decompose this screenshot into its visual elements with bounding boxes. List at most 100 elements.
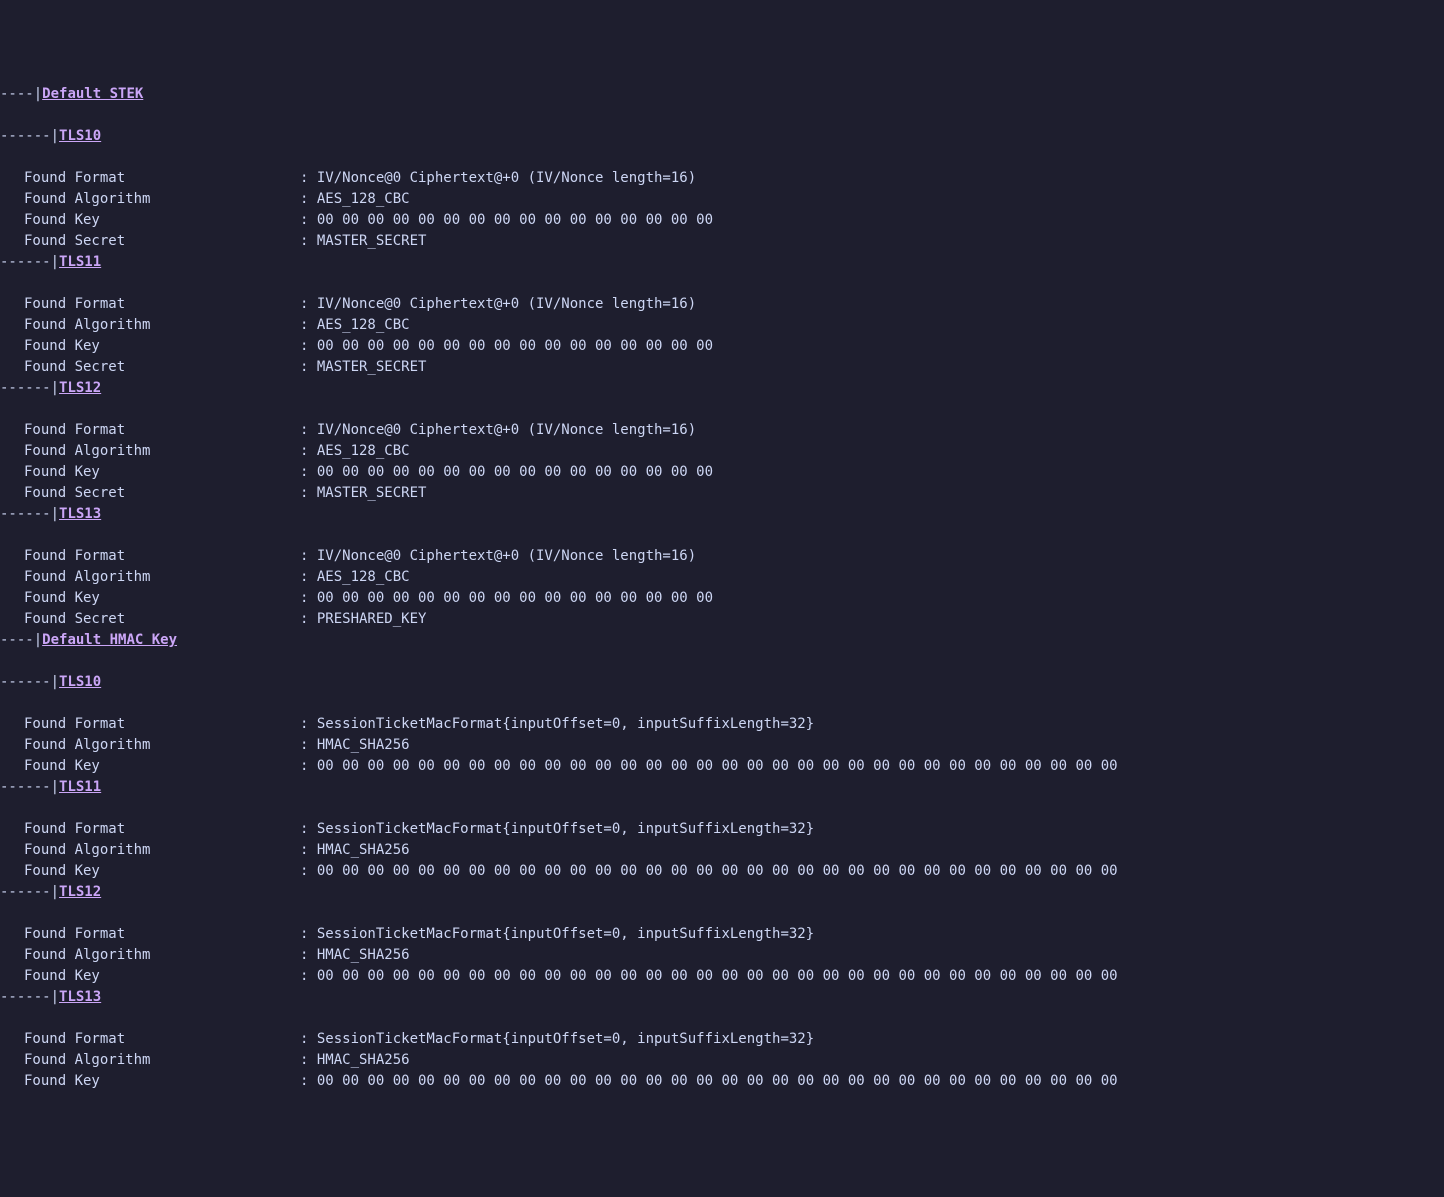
- kv-value: 00 00 00 00 00 00 00 00 00 00 00 00 00 0…: [317, 590, 713, 606]
- kv-separator: :: [300, 233, 317, 249]
- subheading-prefix: ------|: [0, 989, 59, 1005]
- subsection-heading-link[interactable]: TLS10: [59, 128, 101, 144]
- subheading-prefix: ------|: [0, 674, 59, 690]
- section-heading-link[interactable]: Default STEK: [42, 86, 143, 102]
- kv-row: Found Algorithm: HMAC_SHA256: [0, 1050, 1444, 1071]
- section-heading-link[interactable]: Default HMAC Key: [42, 632, 177, 648]
- blank-line: [0, 1008, 1444, 1029]
- kv-label: Found Secret: [0, 357, 300, 378]
- kv-value: PRESHARED_KEY: [317, 611, 427, 627]
- kv-value: AES_128_CBC: [317, 317, 410, 333]
- kv-row: Found Key: 00 00 00 00 00 00 00 00 00 00…: [0, 861, 1444, 882]
- kv-row: Found Key: 00 00 00 00 00 00 00 00 00 00…: [0, 462, 1444, 483]
- kv-separator: :: [300, 590, 317, 606]
- kv-label: Found Format: [0, 168, 300, 189]
- blank-line: [0, 147, 1444, 168]
- kv-separator: :: [300, 758, 317, 774]
- kv-separator: :: [300, 716, 317, 732]
- kv-row: Found Algorithm: AES_128_CBC: [0, 567, 1444, 588]
- kv-label: Found Key: [0, 756, 300, 777]
- subsection-heading-link[interactable]: TLS12: [59, 380, 101, 396]
- kv-value: IV/Nonce@0 Ciphertext@+0 (IV/Nonce lengt…: [317, 296, 696, 312]
- subheading-prefix: ------|: [0, 128, 59, 144]
- kv-value: IV/Nonce@0 Ciphertext@+0 (IV/Nonce lengt…: [317, 170, 696, 186]
- kv-separator: :: [300, 338, 317, 354]
- kv-label: Found Key: [0, 966, 300, 987]
- kv-row: Found Key: 00 00 00 00 00 00 00 00 00 00…: [0, 210, 1444, 231]
- kv-label: Found Format: [0, 819, 300, 840]
- kv-value: IV/Nonce@0 Ciphertext@+0 (IV/Nonce lengt…: [317, 422, 696, 438]
- kv-value: MASTER_SECRET: [317, 233, 427, 249]
- kv-label: Found Key: [0, 1071, 300, 1092]
- kv-separator: :: [300, 947, 317, 963]
- terminal-line: ------|TLS13: [0, 987, 1444, 1008]
- kv-row: Found Format: IV/Nonce@0 Ciphertext@+0 (…: [0, 546, 1444, 567]
- kv-row: Found Secret: PRESHARED_KEY: [0, 609, 1444, 630]
- kv-label: Found Key: [0, 336, 300, 357]
- terminal-line: ----|Default STEK: [0, 84, 1444, 105]
- subsection-heading-link[interactable]: TLS10: [59, 674, 101, 690]
- terminal-line: ------|TLS12: [0, 882, 1444, 903]
- subsection-heading-link[interactable]: TLS12: [59, 884, 101, 900]
- kv-value: 00 00 00 00 00 00 00 00 00 00 00 00 00 0…: [317, 863, 1118, 879]
- kv-row: Found Format: SessionTicketMacFormat{inp…: [0, 819, 1444, 840]
- kv-label: Found Format: [0, 294, 300, 315]
- kv-separator: :: [300, 611, 317, 627]
- heading-prefix: ----|: [0, 86, 42, 102]
- kv-separator: :: [300, 968, 317, 984]
- kv-label: Found Algorithm: [0, 315, 300, 336]
- subsection-heading-link[interactable]: TLS11: [59, 254, 101, 270]
- kv-row: Found Algorithm: HMAC_SHA256: [0, 840, 1444, 861]
- kv-value: 00 00 00 00 00 00 00 00 00 00 00 00 00 0…: [317, 212, 713, 228]
- subsection-heading-link[interactable]: TLS11: [59, 779, 101, 795]
- kv-row: Found Format: IV/Nonce@0 Ciphertext@+0 (…: [0, 420, 1444, 441]
- kv-label: Found Algorithm: [0, 567, 300, 588]
- blank-line: [0, 525, 1444, 546]
- kv-label: Found Format: [0, 420, 300, 441]
- kv-row: Found Secret: MASTER_SECRET: [0, 357, 1444, 378]
- heading-prefix: ----|: [0, 632, 42, 648]
- kv-separator: :: [300, 212, 317, 228]
- kv-label: Found Format: [0, 546, 300, 567]
- kv-row: Found Secret: MASTER_SECRET: [0, 483, 1444, 504]
- subsection-heading-link[interactable]: TLS13: [59, 506, 101, 522]
- blank-line: [0, 798, 1444, 819]
- blank-line: [0, 105, 1444, 126]
- kv-value: HMAC_SHA256: [317, 737, 410, 753]
- subsection-heading-link[interactable]: TLS13: [59, 989, 101, 1005]
- kv-row: Found Format: IV/Nonce@0 Ciphertext@+0 (…: [0, 294, 1444, 315]
- kv-separator: :: [300, 1073, 317, 1089]
- kv-separator: :: [300, 359, 317, 375]
- kv-label: Found Key: [0, 861, 300, 882]
- kv-value: IV/Nonce@0 Ciphertext@+0 (IV/Nonce lengt…: [317, 548, 696, 564]
- subheading-prefix: ------|: [0, 380, 59, 396]
- kv-separator: :: [300, 548, 317, 564]
- kv-separator: :: [300, 485, 317, 501]
- kv-label: Found Secret: [0, 231, 300, 252]
- kv-value: HMAC_SHA256: [317, 842, 410, 858]
- kv-row: Found Format: SessionTicketMacFormat{inp…: [0, 714, 1444, 735]
- kv-separator: :: [300, 317, 317, 333]
- kv-label: Found Format: [0, 714, 300, 735]
- kv-label: Found Key: [0, 210, 300, 231]
- terminal-line: ------|TLS13: [0, 504, 1444, 525]
- kv-separator: :: [300, 863, 317, 879]
- kv-separator: :: [300, 737, 317, 753]
- kv-value: 00 00 00 00 00 00 00 00 00 00 00 00 00 0…: [317, 1073, 1118, 1089]
- kv-row: Found Algorithm: HMAC_SHA256: [0, 945, 1444, 966]
- kv-row: Found Key: 00 00 00 00 00 00 00 00 00 00…: [0, 588, 1444, 609]
- kv-value: HMAC_SHA256: [317, 947, 410, 963]
- terminal-line: ------|TLS12: [0, 378, 1444, 399]
- terminal-output: ----|Default STEK ------|TLS10 Found For…: [0, 84, 1444, 1092]
- kv-row: Found Algorithm: AES_128_CBC: [0, 315, 1444, 336]
- kv-label: Found Format: [0, 924, 300, 945]
- kv-value: HMAC_SHA256: [317, 1052, 410, 1068]
- terminal-line: ------|TLS10: [0, 126, 1444, 147]
- kv-value: 00 00 00 00 00 00 00 00 00 00 00 00 00 0…: [317, 464, 713, 480]
- subheading-prefix: ------|: [0, 254, 59, 270]
- kv-value: 00 00 00 00 00 00 00 00 00 00 00 00 00 0…: [317, 968, 1118, 984]
- kv-row: Found Key: 00 00 00 00 00 00 00 00 00 00…: [0, 966, 1444, 987]
- kv-row: Found Key: 00 00 00 00 00 00 00 00 00 00…: [0, 756, 1444, 777]
- kv-separator: :: [300, 926, 317, 942]
- terminal-line: ------|TLS10: [0, 672, 1444, 693]
